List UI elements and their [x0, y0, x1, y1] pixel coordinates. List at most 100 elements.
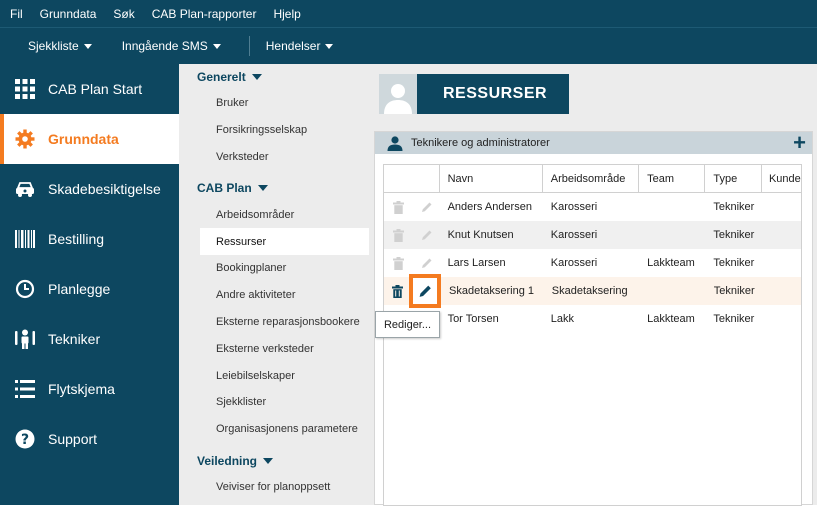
row-actions	[384, 249, 440, 277]
events-dropdown[interactable]: Hendelser	[252, 39, 348, 53]
chevron-down-icon	[212, 43, 221, 49]
panel-title: Teknikere og administratorer	[411, 137, 550, 149]
table-row[interactable]: Tor Torsen Lakk Lakkteam Tekniker	[384, 305, 801, 333]
pencil-icon[interactable]	[419, 228, 433, 242]
sms-label: Inngående SMS	[121, 39, 208, 53]
cell-navn: Tor Torsen	[447, 313, 499, 325]
add-icon[interactable]: +	[793, 132, 806, 154]
cell-type: Tekniker	[713, 201, 755, 213]
nav-item-tekniker[interactable]: Tekniker	[0, 314, 179, 364]
toolbar: Sjekkliste Inngående SMS Hendelser	[0, 27, 817, 64]
table-row[interactable]: Knut Knutsen Karosseri Tekniker	[384, 221, 801, 249]
sub-item-forsikringsselskap[interactable]: Forsikringsselskap	[179, 117, 369, 144]
sub-item-arbeidsomrader[interactable]: Arbeidsområder	[179, 201, 369, 228]
sms-dropdown[interactable]: Inngående SMS	[106, 39, 235, 53]
column-header-type[interactable]: Type	[705, 165, 762, 192]
sub-item-verksteder[interactable]: Verksteder	[179, 144, 369, 171]
column-header-navn[interactable]: Navn	[440, 165, 543, 192]
trash-icon[interactable]	[391, 284, 404, 298]
sub-item-eksterne-reparasjonsbookere[interactable]: Eksterne reparasjonsbookere	[179, 309, 369, 336]
column-header-team[interactable]: Team	[639, 165, 706, 192]
cell-navn: Knut Knutsen	[447, 229, 514, 241]
nav-label: Tekniker	[48, 331, 101, 347]
toolbar-divider	[248, 36, 250, 56]
chevron-down-icon	[83, 43, 92, 49]
edit-button-highlighted[interactable]	[408, 274, 441, 308]
sub-item-andre-aktiviteter[interactable]: Andre aktiviteter	[179, 282, 369, 309]
checklist-dropdown[interactable]: Sjekkliste	[0, 39, 106, 53]
nav-item-grunndata[interactable]: Grunndata	[0, 114, 179, 164]
chevron-down-icon	[257, 185, 268, 192]
trash-icon[interactable]	[391, 228, 405, 242]
column-actions	[384, 165, 440, 192]
section-veiledning[interactable]: Veiledning	[179, 448, 369, 474]
nav-label: Flytskjema	[48, 381, 115, 397]
pencil-icon[interactable]	[419, 200, 433, 214]
column-header-kunde[interactable]: Kunde	[762, 165, 801, 192]
resources-table: Navn Arbeidsområde Team Type Kunde Ander…	[383, 164, 802, 506]
page-title: RESSURSER	[417, 74, 569, 114]
technician-icon	[14, 328, 36, 350]
nav-item-cab-plan-start[interactable]: CAB Plan Start	[0, 64, 179, 114]
nav-item-skadebesiktigelse[interactable]: Skadebesiktigelse	[0, 164, 179, 214]
menu-grunndata[interactable]: Grunndata	[33, 7, 104, 21]
chevron-down-icon	[251, 74, 262, 80]
sub-item-eksterne-verksteder[interactable]: Eksterne verksteder	[179, 335, 369, 362]
barcode-icon	[14, 228, 36, 250]
table-row[interactable]: Lars Larsen Karosseri Lakkteam Tekniker	[384, 249, 801, 277]
nav-item-flytskjema[interactable]: Flytskjema	[0, 364, 179, 414]
cell-type: Tekniker	[713, 313, 755, 325]
nav-item-bestilling[interactable]: Bestilling	[0, 214, 179, 264]
table-row-hovered[interactable]: Skadetaksering 1 Skadetaksering Tekniker	[384, 274, 801, 308]
cell-arbeidsomrade: Lakk	[550, 313, 574, 325]
cell-arbeidsomrade: Karosseri	[550, 201, 598, 213]
sub-item-veiviser[interactable]: Veiviser for planoppsett	[179, 474, 369, 501]
cell-navn: Skadetaksering 1	[449, 285, 534, 297]
sub-item-leiebilselskaper[interactable]: Leiebilselskaper	[179, 362, 369, 389]
sub-item-organisasjonens-parametere[interactable]: Organisasjonens parametere	[179, 416, 369, 443]
menu-fil[interactable]: Fil	[3, 7, 30, 21]
user-icon	[384, 84, 412, 114]
sub-item-sjekklister[interactable]: Sjekklister	[179, 389, 369, 416]
nav-label: Planlegge	[48, 281, 111, 297]
menu-sok[interactable]: Søk	[106, 7, 141, 21]
help-icon: ?	[14, 428, 36, 450]
section-generelt[interactable]: Generelt	[179, 64, 369, 90]
menu-bar: Fil Grunndata Søk CAB Plan-rapporter Hje…	[0, 0, 817, 27]
sub-item-bruker[interactable]: Bruker	[179, 90, 369, 117]
cell-navn: Anders Andersen	[447, 201, 532, 213]
cell-team: Lakkteam	[647, 313, 695, 325]
chevron-down-icon	[263, 457, 274, 464]
trash-icon[interactable]	[391, 256, 405, 270]
section-title: CAB Plan	[197, 181, 252, 196]
cell-arbeidsomrade: Karosseri	[550, 229, 598, 241]
panel-header: Teknikere og administratorer +	[375, 132, 812, 154]
nav-label: Skadebesiktigelse	[48, 181, 161, 197]
column-header-arbeidsomrade[interactable]: Arbeidsområde	[543, 165, 640, 192]
row-actions	[384, 274, 441, 308]
sub-item-bookingplaner[interactable]: Bookingplaner	[179, 255, 369, 282]
section-cab-plan[interactable]: CAB Plan	[179, 175, 369, 201]
car-damage-icon	[14, 178, 36, 200]
trash-icon[interactable]	[391, 200, 405, 214]
nav-label: Support	[48, 431, 98, 447]
nav-label: Grunndata	[48, 131, 119, 147]
gear-icon	[14, 128, 36, 150]
cell-arbeidsomrade: Karosseri	[550, 257, 598, 269]
nav-item-planlegge[interactable]: Planlegge	[0, 264, 179, 314]
table-row[interactable]: Anders Andersen Karosseri Tekniker	[384, 193, 801, 221]
svg-text:?: ?	[21, 432, 29, 448]
clock-icon	[14, 278, 36, 300]
pencil-icon[interactable]	[419, 256, 433, 270]
cell-navn: Lars Larsen	[447, 257, 506, 269]
user-icon	[387, 135, 403, 151]
avatar	[379, 74, 417, 114]
page-header: RESSURSER	[379, 74, 569, 114]
sub-item-ressurser[interactable]: Ressurser	[200, 228, 369, 255]
menu-hjelp[interactable]: Hjelp	[266, 7, 307, 21]
pencil-icon	[418, 284, 432, 298]
nav-item-support[interactable]: ? Support	[0, 414, 179, 464]
menu-cab-plan-rapporter[interactable]: CAB Plan-rapporter	[145, 7, 264, 21]
section-title: Veiledning	[197, 453, 258, 468]
row-actions	[384, 193, 440, 221]
